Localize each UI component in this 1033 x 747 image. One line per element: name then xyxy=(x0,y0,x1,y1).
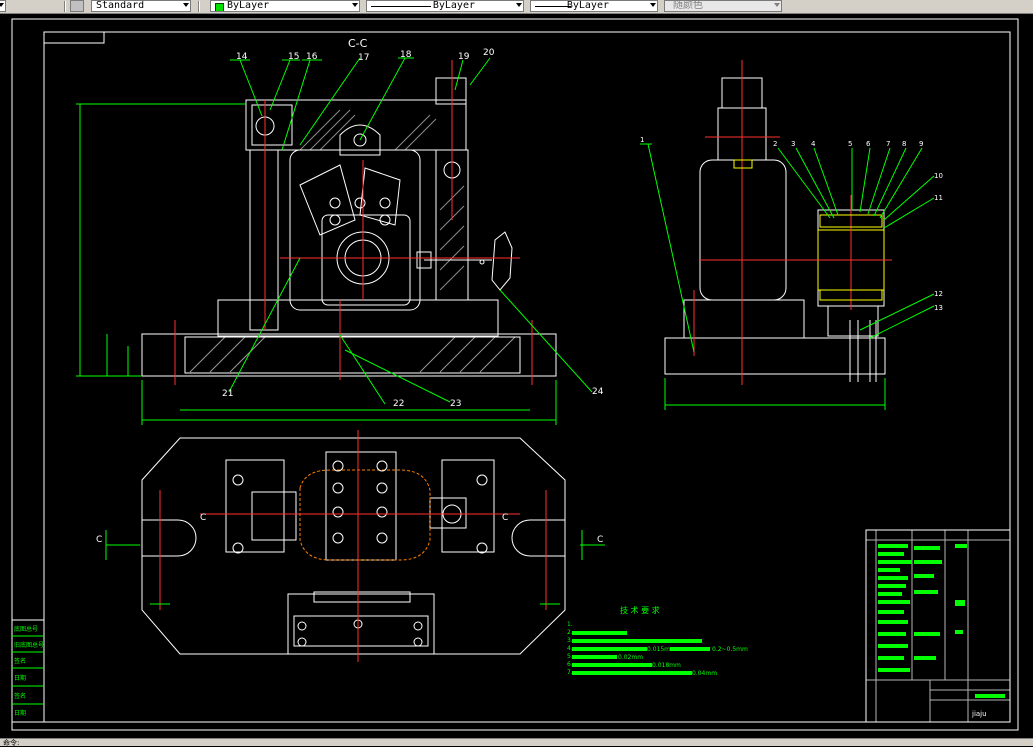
lineweight-value: ByLayer xyxy=(566,0,609,11)
top-view xyxy=(141,437,566,655)
cad-drawing-canvas[interactable]: 14 15 16 17 18 19 20 21 22 23 24 C-C 1 2… xyxy=(0,14,1033,738)
side-view xyxy=(664,77,886,382)
drawing-frame xyxy=(43,31,1011,723)
linetype-value: ByLayer xyxy=(432,0,475,11)
prev-dropdown-edge[interactable] xyxy=(0,0,6,12)
part-23: 23 xyxy=(450,399,461,409)
cradle-body xyxy=(289,149,421,311)
section-label: C-C xyxy=(348,37,368,50)
part-2: 2 xyxy=(773,140,777,148)
part-17: 17 xyxy=(358,53,369,63)
part-14: 14 xyxy=(236,52,248,62)
part-3: 3 xyxy=(791,140,795,148)
top-view-holes xyxy=(232,460,488,647)
svg-text:2.: 2. xyxy=(567,629,573,636)
side-part-numbers: 1 2 3 4 5 6 7 8 9 10 11 12 13 xyxy=(640,136,943,312)
part-22: 22 xyxy=(393,399,404,409)
part-6: 6 xyxy=(866,140,871,148)
svg-text:0.2~0.5mm: 0.2~0.5mm xyxy=(712,646,748,653)
part-9: 9 xyxy=(919,140,923,148)
color-select[interactable]: ByLayer xyxy=(210,0,360,12)
lineweight-preview xyxy=(535,6,571,7)
left-revision-table: 底图总号 旧底图总号 签名 日期 签名 日期 xyxy=(11,619,45,723)
part-19: 19 xyxy=(458,52,470,62)
section-mark-c-right: C xyxy=(597,535,603,545)
top-centerlines xyxy=(159,430,547,662)
command-line[interactable]: 命令: xyxy=(0,738,1033,747)
part-13: 13 xyxy=(934,304,943,312)
svg-text:4.: 4. xyxy=(567,645,573,652)
section-mark-c-left: C xyxy=(96,535,102,545)
part-11: 11 xyxy=(934,194,943,202)
lineweight-select[interactable]: ByLayer xyxy=(530,0,658,12)
corner-code-box xyxy=(44,32,105,44)
front-section-view xyxy=(141,77,557,377)
svg-text:6.: 6. xyxy=(567,661,573,668)
svg-text:签名: 签名 xyxy=(14,692,26,700)
text-style-icon[interactable] xyxy=(70,0,84,12)
technical-requirements: 技 术 要 求 1. 2. 3. 4. 5. 6. 7. 0.015mm 0.2… xyxy=(567,605,748,677)
svg-text:3.: 3. xyxy=(567,637,573,644)
part-12: 12 xyxy=(934,290,943,298)
side-base xyxy=(664,337,886,375)
property-toolbar: Standard ByLayer ByLayer ByLayer 随颜色 xyxy=(0,0,1033,14)
section-mark-c-inner: C xyxy=(200,513,206,523)
plot-style-value: 随颜色 xyxy=(673,0,703,11)
color-value: ByLayer xyxy=(227,0,270,11)
part-5: 5 xyxy=(848,140,852,148)
part-16: 16 xyxy=(306,52,318,62)
title-block-name: jiaju xyxy=(971,710,987,718)
part-4: 4 xyxy=(811,140,816,148)
linetype-preview xyxy=(371,6,431,7)
svg-text:签名: 签名 xyxy=(14,657,26,665)
color-swatch-icon xyxy=(215,3,224,11)
text-style-value: Standard xyxy=(96,0,145,11)
text-style-select[interactable]: Standard xyxy=(91,0,191,12)
svg-text:日期: 日期 xyxy=(14,709,26,717)
hatch-section xyxy=(299,109,465,291)
svg-text:0.02mm: 0.02mm xyxy=(618,654,643,661)
svg-text:旧底图总号: 旧底图总号 xyxy=(14,641,44,649)
part-1: 1 xyxy=(640,136,644,144)
svg-text:0.04mm: 0.04mm xyxy=(692,670,717,677)
parts-list-title-block: jiaju xyxy=(865,529,1011,723)
toolbar-separator xyxy=(198,1,200,12)
svg-text:日期: 日期 xyxy=(14,674,26,682)
part-24: 24 xyxy=(592,387,604,397)
part-8: 8 xyxy=(902,140,906,148)
svg-text:7.: 7. xyxy=(567,669,573,676)
part-10: 10 xyxy=(934,172,943,180)
part-18: 18 xyxy=(400,50,412,60)
part-7: 7 xyxy=(886,140,890,148)
svg-text:1.: 1. xyxy=(567,621,573,628)
svg-text:5.: 5. xyxy=(567,653,573,660)
svg-text:0.018mm: 0.018mm xyxy=(652,662,681,669)
part-21: 21 xyxy=(222,389,233,399)
toolbar-separator xyxy=(64,1,66,12)
svg-text:底图总号: 底图总号 xyxy=(14,625,38,633)
plot-style-select[interactable]: 随颜色 xyxy=(664,0,782,12)
section-marks: C C C C xyxy=(96,513,603,545)
linetype-select[interactable]: ByLayer xyxy=(366,0,524,12)
section-mark-c-inner-right: C xyxy=(502,513,508,523)
part-15: 15 xyxy=(288,52,299,62)
handwheel xyxy=(491,231,513,291)
top-dimensions xyxy=(105,530,605,605)
part-20: 20 xyxy=(483,48,495,58)
side-dimensions xyxy=(640,143,935,410)
tech-req-title: 技 术 要 求 xyxy=(620,605,660,615)
